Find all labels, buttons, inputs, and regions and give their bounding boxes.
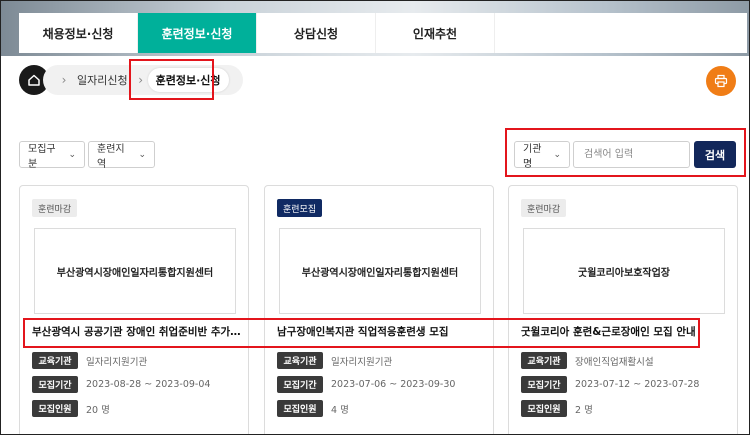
highlight-box [23,318,700,348]
page-frame: 채용정보·신청 훈련정보·신청 상담신청 인재추천 › 일자리신청 › 훈련정보… [0,0,750,435]
info-row-institution: 교육기관 장애인직업재활시설 [521,352,654,369]
main-tabs: 채용정보·신청 훈련정보·신청 상담신청 인재추천 [19,13,747,53]
info-value: 일자리지원기관 [86,356,148,368]
info-value: 2023-08-28 ~ 2023-09-04 [86,379,211,390]
region-select[interactable]: 훈련지역 ⌄ [88,141,155,170]
training-card[interactable]: 훈련마감 부산광역시장애인일자리통합지원센터 부산광역시 공공기관 장애인 취업… [19,185,249,434]
tab-training-info[interactable]: 훈련정보·신청 [138,13,257,53]
training-card[interactable]: 훈련마감 굿윌코리아보호작업장 굿윌코리아 훈련&근로장애인 모집 안내 교육기… [508,185,738,434]
recruit-type-label: 모집구분 [28,143,56,170]
info-value: 20 명 [86,404,110,416]
chevron-down-icon: ⌄ [138,149,146,160]
info-value: 일자리지원기관 [331,356,393,368]
info-row-period: 모집기간 2023-07-12 ~ 2023-07-28 [521,376,699,393]
tab-job-info[interactable]: 채용정보·신청 [19,13,138,53]
tab-talent-recommend[interactable]: 인재추천 [376,13,495,53]
tab-bar-filler [495,13,747,53]
chevron-down-icon: ⌄ [68,149,76,160]
info-label: 모집인원 [32,400,78,417]
info-label: 모집인원 [277,400,323,417]
highlight-box [129,59,214,100]
info-value: 2023-07-06 ~ 2023-09-30 [331,379,456,390]
info-row-capacity: 모집인원 20 명 [32,400,110,417]
info-label: 모집인원 [521,400,567,417]
info-value: 2023-07-12 ~ 2023-07-28 [575,379,700,390]
breadcrumb-item[interactable]: 일자리신청 [71,72,134,88]
print-icon [714,74,728,88]
org-logo: 굿윌코리아보호작업장 [523,228,725,314]
status-badge: 훈련마감 [521,199,567,217]
status-badge: 훈련모집 [277,199,323,217]
info-row-capacity: 모집인원 2 명 [521,400,593,417]
info-label: 교육기관 [521,352,567,369]
home-icon [27,73,41,87]
org-logo: 부산광역시장애인일자리통합지원센터 [279,228,481,314]
org-logo: 부산광역시장애인일자리통합지원센터 [34,228,236,314]
region-label: 훈련지역 [97,143,125,170]
info-row-institution: 교육기관 일자리지원기관 [32,352,147,369]
status-badge: 훈련마감 [32,199,78,217]
info-row-capacity: 모집인원 4 명 [277,400,349,417]
info-label: 모집기간 [521,376,567,393]
info-label: 교육기관 [32,352,78,369]
info-value: 4 명 [331,404,349,416]
info-value: 장애인직업재활시설 [575,356,654,368]
tab-counseling[interactable]: 상담신청 [257,13,376,53]
info-value: 2 명 [575,404,593,416]
info-label: 모집기간 [32,376,78,393]
highlight-box [505,128,746,177]
info-row-institution: 교육기관 일자리지원기관 [277,352,392,369]
print-button[interactable] [706,66,736,96]
info-label: 모집기간 [277,376,323,393]
info-label: 교육기관 [277,352,323,369]
chevron-right-icon: › [61,73,67,87]
info-row-period: 모집기간 2023-08-28 ~ 2023-09-04 [32,376,210,393]
training-card[interactable]: 훈련모집 부산광역시장애인일자리통합지원센터 남구장애인복지관 직업적응훈련생 … [264,185,494,434]
recruit-type-select[interactable]: 모집구분 ⌄ [19,141,85,170]
info-row-period: 모집기간 2023-07-06 ~ 2023-09-30 [277,376,455,393]
